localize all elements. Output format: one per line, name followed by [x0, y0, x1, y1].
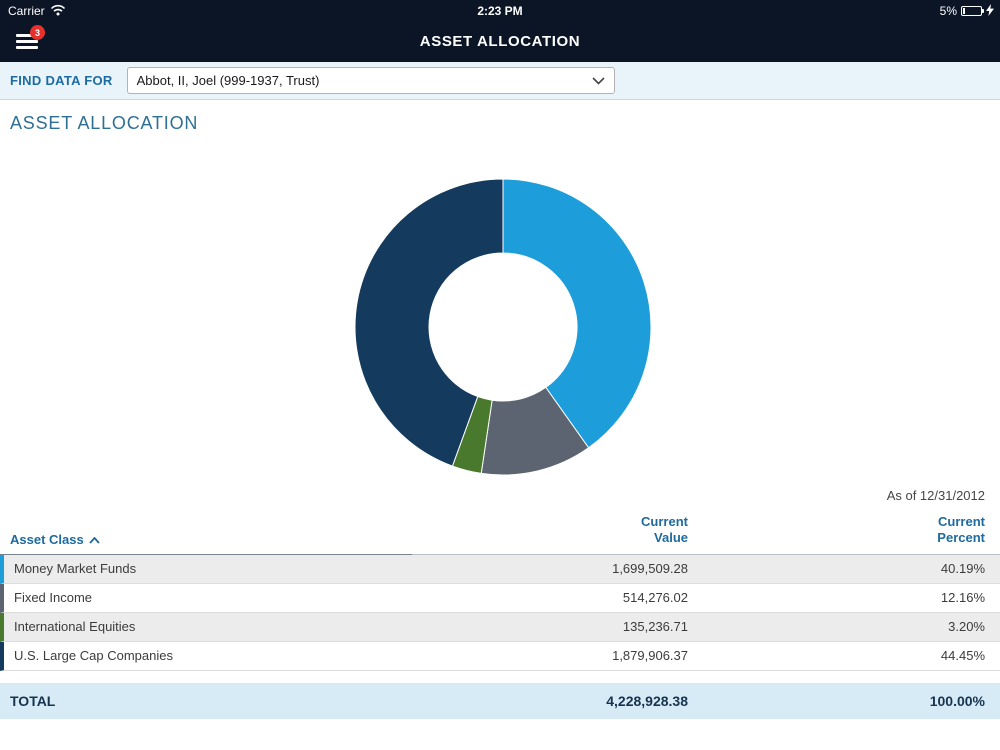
- menu-button[interactable]: 3: [16, 34, 38, 50]
- notification-badge: 3: [30, 25, 45, 40]
- find-data-bar: FIND DATA FOR Abbot, II, Joel (999-1937,…: [0, 62, 1000, 100]
- page-title: ASSET ALLOCATION: [10, 113, 198, 134]
- charging-bolt-icon: [986, 4, 994, 19]
- allocation-donut-chart: [348, 172, 658, 482]
- total-label: TOTAL: [0, 693, 438, 709]
- current-value-header: Current Value: [438, 514, 688, 547]
- allocation-table: Asset Class Current Value Current Percen…: [0, 514, 1000, 719]
- status-bar: Carrier 2:23 PM 5%: [0, 0, 1000, 22]
- current-value-cell: 1,699,509.28: [438, 561, 688, 576]
- asset-class-cell: International Equities: [4, 619, 438, 634]
- asset-class-cell: Money Market Funds: [4, 561, 438, 576]
- table-row[interactable]: Money Market Funds 1,699,509.28 40.19%: [0, 555, 1000, 584]
- table-row[interactable]: U.S. Large Cap Companies 1,879,906.37 44…: [0, 642, 1000, 671]
- total-percent: 100.00%: [688, 693, 985, 709]
- asset-class-cell: U.S. Large Cap Companies: [4, 648, 438, 663]
- sort-ascending-icon: [89, 532, 100, 547]
- table-row[interactable]: International Equities 135,236.71 3.20%: [0, 613, 1000, 642]
- nav-bar: 3 ASSET ALLOCATION: [0, 22, 1000, 62]
- asset-class-sort-header[interactable]: Asset Class: [10, 532, 438, 547]
- current-percent-cell: 3.20%: [688, 619, 985, 634]
- total-row: TOTAL 4,228,928.38 100.00%: [0, 683, 1000, 719]
- nav-title: ASSET ALLOCATION: [0, 22, 1000, 62]
- current-percent-cell: 40.19%: [688, 561, 985, 576]
- current-value-cell: 135,236.71: [438, 619, 688, 634]
- current-percent-header: Current Percent: [688, 514, 985, 547]
- total-value: 4,228,928.38: [438, 693, 688, 709]
- current-value-cell: 514,276.02: [438, 590, 688, 605]
- battery-percent-label: 5%: [940, 4, 957, 18]
- chevron-down-icon: [592, 72, 605, 90]
- current-value-cell: 1,879,906.37: [438, 648, 688, 663]
- current-percent-cell: 12.16%: [688, 590, 985, 605]
- asset-class-header-label: Asset Class: [10, 532, 84, 547]
- status-time: 2:23 PM: [0, 4, 1000, 18]
- as-of-date: As of 12/31/2012: [887, 488, 985, 503]
- account-select-value: Abbot, II, Joel (999-1937, Trust): [137, 73, 320, 88]
- table-row[interactable]: Fixed Income 514,276.02 12.16%: [0, 584, 1000, 613]
- battery-icon: [961, 6, 982, 16]
- asset-allocation-screen: Carrier 2:23 PM 5% 3 ASSET ALLOCATION: [0, 0, 1000, 750]
- find-data-label: FIND DATA FOR: [10, 73, 113, 88]
- current-percent-cell: 44.45%: [688, 648, 985, 663]
- table-header-row: Asset Class Current Value Current Percen…: [0, 514, 1000, 555]
- asset-class-cell: Fixed Income: [4, 590, 438, 605]
- account-select[interactable]: Abbot, II, Joel (999-1937, Trust): [127, 67, 615, 94]
